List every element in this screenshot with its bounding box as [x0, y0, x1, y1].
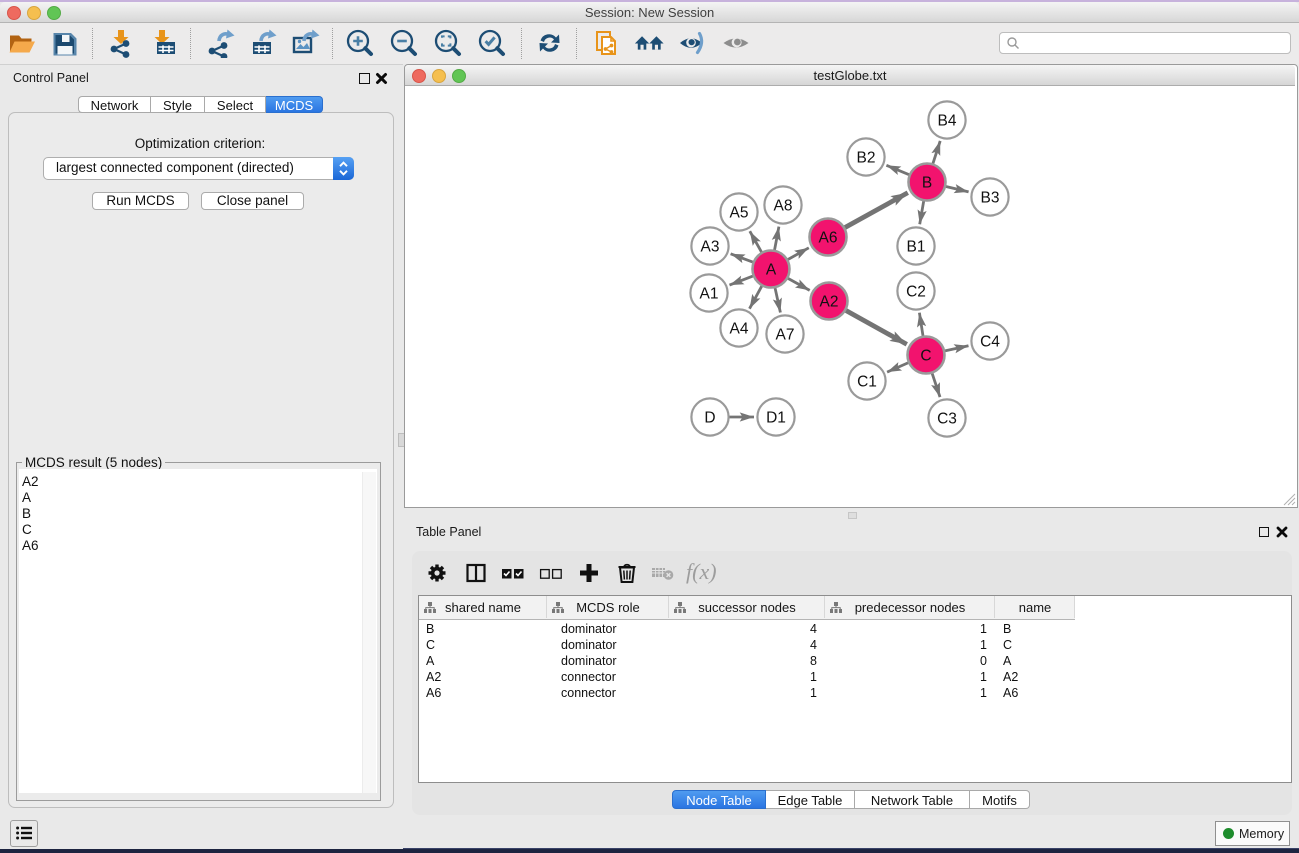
- svg-text:A3: A3: [701, 239, 720, 256]
- svg-text:B2: B2: [857, 150, 876, 167]
- svg-text:C1: C1: [857, 374, 877, 391]
- svg-text:B: B: [922, 175, 932, 192]
- svg-text:C: C: [920, 348, 931, 365]
- svg-text:B1: B1: [907, 239, 926, 256]
- svg-text:A4: A4: [730, 321, 749, 338]
- svg-text:A: A: [766, 262, 777, 279]
- svg-text:A5: A5: [730, 205, 749, 222]
- svg-text:D1: D1: [766, 410, 786, 427]
- svg-text:A1: A1: [700, 286, 719, 303]
- svg-text:A7: A7: [776, 327, 795, 344]
- svg-text:C3: C3: [937, 411, 957, 428]
- svg-text:C4: C4: [980, 334, 1000, 351]
- svg-text:A6: A6: [819, 230, 838, 247]
- svg-text:A2: A2: [820, 294, 839, 311]
- svg-text:A8: A8: [774, 198, 793, 215]
- svg-text:D: D: [704, 410, 715, 427]
- svg-text:C2: C2: [906, 284, 926, 301]
- svg-text:B3: B3: [981, 190, 1000, 207]
- svg-text:B4: B4: [938, 113, 957, 130]
